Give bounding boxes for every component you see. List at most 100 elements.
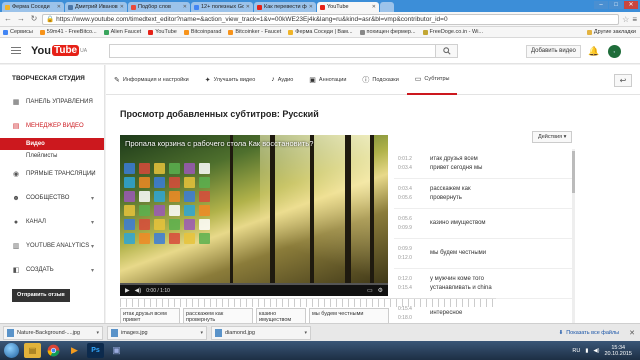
sidebar-item[interactable]: ▥ YOUTUBE ANALYTICS ▾ xyxy=(0,234,104,258)
language-indicator[interactable]: RU xyxy=(572,348,580,354)
url-input[interactable]: 🔒 https://www.youtube.com/timedtext_edito… xyxy=(42,13,620,25)
close-downloads-icon[interactable]: ✕ xyxy=(629,329,635,337)
timeline-cue[interactable]: итак друзья всем привет xyxy=(120,308,180,324)
taskbar-photoshop[interactable]: Ps xyxy=(87,343,104,358)
timeline-cue[interactable]: расскажем как провернуть xyxy=(183,308,253,324)
download-item[interactable]: diamond.jpg ▾ xyxy=(211,325,311,340)
tab-5[interactable]: ▭ Субтитры xyxy=(406,65,458,95)
video-time: 0:00 / 1:10 xyxy=(146,287,170,294)
tab-1[interactable]: ✦ Улучшить видео xyxy=(197,65,264,95)
bookmark-star-icon[interactable]: ☆ xyxy=(622,15,629,24)
network-icon[interactable]: ▮ xyxy=(585,348,588,354)
bookmark-item[interactable]: похищен фермер... xyxy=(359,29,416,35)
timeline-cue[interactable]: мы будем честными xyxy=(309,308,389,324)
close-window-button[interactable]: ✕ xyxy=(624,1,638,9)
sidebar-subitem[interactable]: Плейлисты xyxy=(0,150,104,162)
bookmark-item[interactable]: Bitcoinparad xyxy=(183,29,221,35)
maximize-button[interactable]: □ xyxy=(609,1,623,9)
sidebar-item[interactable]: ◉ ПРЯМЫЕ ТРАНСЛЯЦИИ ▾ xyxy=(0,162,104,186)
sidebar-subitem[interactable]: Видео xyxy=(0,138,104,150)
subtitle-row[interactable]: 0:09.9 0:12.0 мы будем честными xyxy=(394,239,572,269)
tab-2[interactable]: ♪ Аудио xyxy=(263,65,301,95)
captions-icon[interactable]: ▭ xyxy=(367,287,373,294)
taskbar-chrome[interactable] xyxy=(45,343,62,358)
browser-tab[interactable]: 12+ полезных Google C✕ xyxy=(191,2,253,12)
bookmark-favicon-icon xyxy=(288,29,294,35)
settings-gear-icon[interactable]: ⚙ xyxy=(378,287,383,294)
chevron-down-icon[interactable]: ▾ xyxy=(200,330,203,336)
hamburger-menu-icon[interactable] xyxy=(11,46,21,55)
sidebar-item[interactable]: ▦ ПАНЕЛЬ УПРАВЛЕНИЯ xyxy=(0,90,104,114)
taskbar-media-player[interactable]: ▶ xyxy=(66,343,83,358)
volume-icon[interactable]: ◀) xyxy=(135,287,142,294)
browser-tab-label: Как перевести фотогра xyxy=(264,4,307,10)
play-icon[interactable]: ▶ xyxy=(125,287,130,294)
studio-sidebar: ТВОРЧЕСКАЯ СТУДИЯ ▦ ПАНЕЛЬ УПРАВЛЕНИЯ ▤ МЕН… xyxy=(0,65,105,323)
download-item[interactable]: Nature-Background-....jpg ▾ xyxy=(3,325,103,340)
add-video-button[interactable]: Добавить видео xyxy=(526,45,581,58)
new-tab-button[interactable] xyxy=(380,2,394,12)
volume-tray-icon[interactable]: ◀) xyxy=(593,348,599,354)
tab-4[interactable]: ⓘ Подсказки xyxy=(354,65,406,95)
bookmark-item[interactable]: Ферма Соседи | Вам... xyxy=(288,29,353,35)
chevron-down-icon[interactable]: ▾ xyxy=(91,267,94,274)
subtitle-row[interactable]: 0:03.4 0:05.6 расскажем как провернуть xyxy=(394,179,572,209)
search-input[interactable] xyxy=(109,44,436,58)
taskbar-image-viewer[interactable]: ▣ xyxy=(108,343,125,358)
avatar[interactable]: ◐ xyxy=(608,45,621,58)
youtube-logo[interactable]: You Tube UA xyxy=(31,45,87,57)
back-arrow-icon[interactable]: ← xyxy=(3,14,13,24)
send-feedback-button[interactable]: Отправить отзыв xyxy=(12,289,70,302)
chevron-down-icon[interactable]: ▾ xyxy=(91,219,94,226)
start-button[interactable] xyxy=(3,343,20,358)
close-tab-icon[interactable]: ✕ xyxy=(372,4,376,10)
close-tab-icon[interactable]: ✕ xyxy=(309,4,313,10)
bell-icon[interactable]: 🔔 xyxy=(588,46,599,57)
browser-tab[interactable]: YouTube ✕ xyxy=(317,2,379,12)
browser-tab[interactable]: Подбор слов ✕ xyxy=(128,2,190,12)
chevron-down-icon[interactable]: ▾ xyxy=(91,171,94,178)
bookmark-item[interactable]: FreeDoge.co.in - Wi... xyxy=(422,29,483,35)
bookmark-item[interactable]: Alien Faucet xyxy=(103,29,141,35)
tab-0[interactable]: ✎ Информация и настройки xyxy=(106,65,197,95)
sidebar-item[interactable]: ▤ МЕНЕДЖЕР ВИДЕО xyxy=(0,114,104,138)
chevron-down-icon[interactable]: ▾ xyxy=(304,330,307,336)
browser-tab[interactable]: Дмитрий Иванов ✕ xyxy=(65,2,127,12)
actions-dropdown[interactable]: Действия ▾ xyxy=(532,131,573,143)
close-tab-icon[interactable]: ✕ xyxy=(57,4,61,10)
subtitle-scrollbar[interactable] xyxy=(572,149,575,323)
browser-menu-icon[interactable]: ≡ xyxy=(632,15,637,24)
bookmark-item[interactable]: Bitcoinker - Faucet xyxy=(228,29,281,35)
bookmark-item[interactable]: 59m41 - FreeBitco... xyxy=(39,29,97,35)
bookmark-favicon-icon xyxy=(103,29,109,35)
sidebar-item[interactable]: ◧ СОЗДАТЬ ▾ xyxy=(0,258,104,282)
close-tab-icon[interactable]: ✕ xyxy=(183,4,187,10)
taskbar-explorer[interactable]: ▤ xyxy=(24,343,41,358)
chevron-down-icon[interactable]: ▾ xyxy=(96,330,99,336)
video-player[interactable]: Пропала корзина с рабочего стола Как вос… xyxy=(120,135,388,296)
subtitle-row[interactable]: 0:12.0 0:15.4 у мужчин коме того устанавлив… xyxy=(394,269,572,299)
sidebar-item[interactable]: ☻ СООБЩЕСТВО ▾ xyxy=(0,186,104,210)
bookmark-item[interactable]: YouTube xyxy=(148,29,177,35)
close-tab-icon[interactable]: ✕ xyxy=(246,4,250,10)
subtitle-row[interactable]: 0:01.2 0:03.4 итак друзья всем привет сегод… xyxy=(394,149,572,179)
chevron-down-icon[interactable]: ▾ xyxy=(91,195,94,202)
search-button[interactable] xyxy=(436,44,458,58)
download-item[interactable]: images.jpg ▾ xyxy=(107,325,207,340)
subtitle-row[interactable]: 0:05.6 0:09.9 казино имуществом xyxy=(394,209,572,239)
minimize-button[interactable]: – xyxy=(594,1,608,9)
clock[interactable]: 15:34 20.10.2015 xyxy=(604,345,632,357)
show-all-downloads[interactable]: ⬇ Показать все файлы xyxy=(559,330,620,336)
bookmark-item[interactable]: Сервисы xyxy=(3,29,33,35)
sidebar-item[interactable]: ● КАНАЛ ▾ xyxy=(0,210,104,234)
browser-tab[interactable]: Как перевести фотогра✕ xyxy=(254,2,316,12)
reload-icon[interactable]: ↻ xyxy=(29,14,39,24)
forward-arrow-icon[interactable]: → xyxy=(16,14,26,24)
back-button[interactable]: ↩ xyxy=(614,74,632,87)
other-bookmarks[interactable]: Другие закладки xyxy=(586,29,636,35)
chevron-down-icon[interactable]: ▾ xyxy=(91,243,94,250)
timeline-cue[interactable]: казино имуществом xyxy=(256,308,306,324)
close-tab-icon[interactable]: ✕ xyxy=(120,4,124,10)
tab-3[interactable]: ▣ Аннотации xyxy=(301,65,354,95)
browser-tab[interactable]: Ферма Соседи ✕ xyxy=(2,2,64,12)
